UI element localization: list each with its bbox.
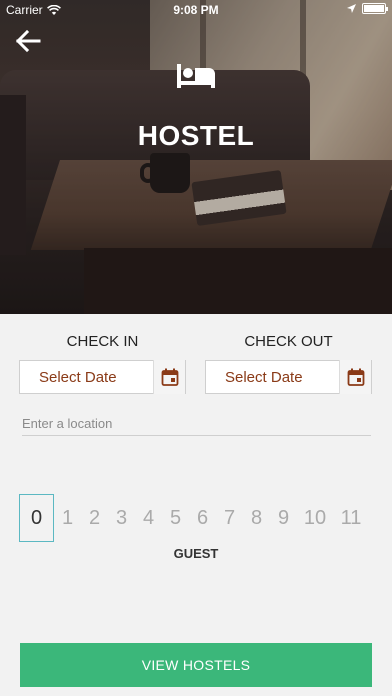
check-in-date-text: Select Date — [39, 368, 117, 386]
check-in-calendar-button[interactable] — [153, 360, 185, 394]
check-in-label: CHECK IN — [66, 333, 139, 350]
page-title: HOSTEL — [137, 120, 255, 151]
guest-option[interactable]: 2 — [81, 507, 108, 530]
guest-option[interactable]: 8 — [243, 507, 270, 530]
battery-icon — [362, 3, 388, 14]
guest-option[interactable]: 1 — [54, 507, 81, 530]
guest-option[interactable]: 7 — [216, 507, 243, 530]
guest-option-selected[interactable]: 0 — [19, 494, 54, 542]
bed-icon — [177, 64, 215, 88]
guest-option[interactable]: 5 — [162, 507, 189, 530]
view-hostels-button[interactable]: VIEW HOSTELS — [20, 643, 372, 687]
check-out-date-text: Select Date — [225, 368, 303, 386]
guest-option[interactable]: 11 — [333, 507, 369, 530]
location-arrow-icon — [347, 4, 356, 13]
check-out-calendar-button[interactable] — [339, 360, 371, 394]
back-button[interactable] — [14, 28, 42, 54]
status-time: 9:08 PM — [173, 3, 219, 17]
hero-shade — [0, 0, 392, 314]
guest-option[interactable]: 6 — [189, 507, 216, 530]
guest-option[interactable]: 9 — [270, 507, 297, 530]
check-in-date-field[interactable]: Select Date — [19, 360, 186, 394]
status-bar: Carrier 9:08 PM — [0, 0, 392, 20]
location-input[interactable] — [22, 412, 371, 436]
check-out-label: CHECK OUT — [244, 333, 333, 350]
calendar-icon — [161, 368, 178, 386]
guest-picker[interactable]: 0 1 2 3 4 5 6 7 8 9 10 11 — [19, 494, 392, 542]
guest-option[interactable]: 4 — [135, 507, 162, 530]
status-right — [347, 3, 388, 14]
guest-option[interactable]: 3 — [108, 507, 135, 530]
guest-option[interactable]: 10 — [297, 507, 333, 530]
back-arrow-icon — [15, 29, 41, 53]
calendar-icon — [347, 368, 364, 386]
hero-image — [0, 0, 392, 314]
guest-label: GUEST — [173, 546, 219, 561]
check-out-date-field[interactable]: Select Date — [205, 360, 372, 394]
